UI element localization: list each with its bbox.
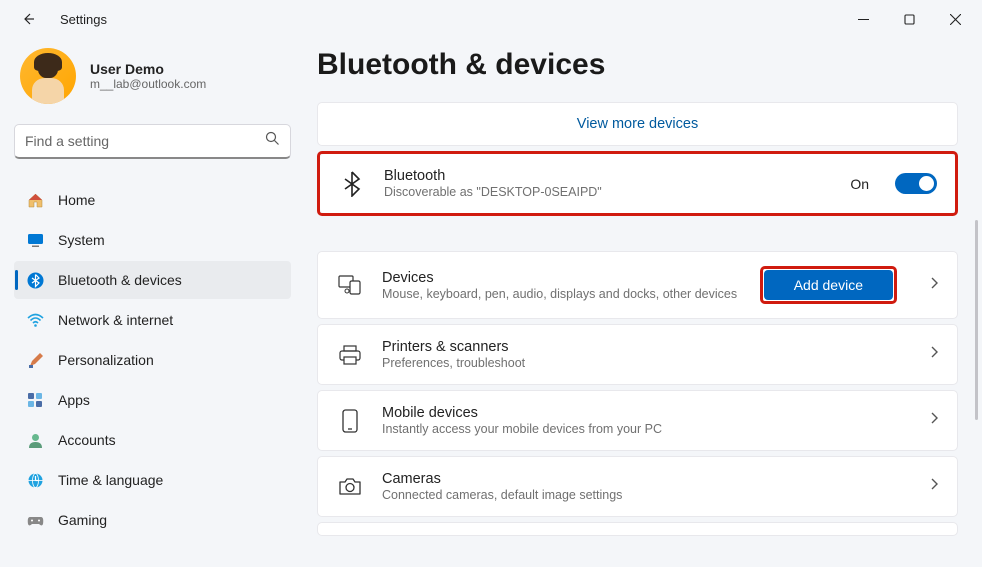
chevron-right-icon <box>929 276 939 295</box>
titlebar: Settings <box>0 0 982 38</box>
row-title: Devices <box>382 270 742 286</box>
nav-label: Gaming <box>58 512 107 528</box>
camera-icon <box>336 473 364 501</box>
chevron-right-icon <box>929 345 939 364</box>
row-subtitle: Connected cameras, default image setting… <box>382 488 911 502</box>
maximize-button[interactable] <box>886 0 932 38</box>
search-input[interactable] <box>25 133 265 149</box>
person-icon <box>26 431 44 449</box>
printer-icon <box>336 341 364 369</box>
nav-bluetooth[interactable]: Bluetooth & devices <box>14 261 291 299</box>
row-subtitle: Discoverable as "DESKTOP-0SEAIPD" <box>384 185 832 199</box>
cameras-row[interactable]: Cameras Connected cameras, default image… <box>317 456 958 517</box>
user-profile[interactable]: User Demo m__lab@outlook.com <box>14 48 291 104</box>
phone-icon <box>336 407 364 435</box>
nav-system[interactable]: System <box>14 221 291 259</box>
chevron-right-icon <box>929 477 939 496</box>
paintbrush-icon <box>26 351 44 369</box>
toggle-state-label: On <box>850 176 869 192</box>
devices-icon <box>336 271 364 299</box>
nav-network[interactable]: Network & internet <box>14 301 291 339</box>
mobile-devices-row[interactable]: Mobile devices Instantly access your mob… <box>317 390 958 451</box>
main-content: Bluetooth & devices View more devices Bl… <box>305 38 982 567</box>
devices-row[interactable]: Devices Mouse, keyboard, pen, audio, dis… <box>317 251 958 319</box>
close-button[interactable] <box>932 0 978 38</box>
row-title: Printers & scanners <box>382 339 911 355</box>
bluetooth-icon <box>338 170 366 198</box>
window-title: Settings <box>60 12 107 27</box>
system-icon <box>26 231 44 249</box>
home-icon <box>26 191 44 209</box>
globe-icon <box>26 471 44 489</box>
back-button[interactable] <box>16 7 40 31</box>
row-subtitle: Preferences, troubleshoot <box>382 356 911 370</box>
bluetooth-toggle[interactable] <box>895 173 937 194</box>
partial-row[interactable] <box>317 522 958 536</box>
user-name: User Demo <box>90 61 206 77</box>
row-title: Mobile devices <box>382 405 911 421</box>
user-email: m__lab@outlook.com <box>90 77 206 91</box>
nav-gaming[interactable]: Gaming <box>14 501 291 539</box>
nav-label: Personalization <box>58 352 154 368</box>
window-controls <box>840 0 978 38</box>
bluetooth-row-highlight: Bluetooth Discoverable as "DESKTOP-0SEAI… <box>317 151 958 216</box>
nav-home[interactable]: Home <box>14 181 291 219</box>
nav-time[interactable]: Time & language <box>14 461 291 499</box>
row-subtitle: Mouse, keyboard, pen, audio, displays an… <box>382 287 742 301</box>
sidebar: User Demo m__lab@outlook.com Home System… <box>0 38 305 567</box>
view-more-devices-link[interactable]: View more devices <box>317 102 958 146</box>
search-icon <box>265 131 280 151</box>
nav-personalization[interactable]: Personalization <box>14 341 291 379</box>
nav-label: Network & internet <box>58 312 173 328</box>
nav-apps[interactable]: Apps <box>14 381 291 419</box>
nav-list: Home System Bluetooth & devices Network … <box>14 181 291 539</box>
printers-row[interactable]: Printers & scanners Preferences, trouble… <box>317 324 958 385</box>
scrollbar[interactable] <box>975 220 979 470</box>
gamepad-icon <box>26 511 44 529</box>
bluetooth-toggle-row[interactable]: Bluetooth Discoverable as "DESKTOP-0SEAI… <box>320 154 955 213</box>
avatar <box>20 48 76 104</box>
nav-label: Home <box>58 192 95 208</box>
nav-label: Apps <box>58 392 90 408</box>
nav-label: Time & language <box>58 472 163 488</box>
wifi-icon <box>26 311 44 329</box>
bluetooth-icon <box>26 271 44 289</box>
add-device-highlight: Add device <box>760 266 897 304</box>
row-title: Bluetooth <box>384 168 832 184</box>
row-title: Cameras <box>382 471 911 487</box>
chevron-right-icon <box>929 411 939 430</box>
nav-accounts[interactable]: Accounts <box>14 421 291 459</box>
nav-label: Bluetooth & devices <box>58 272 182 288</box>
search-box[interactable] <box>14 124 291 159</box>
nav-label: Accounts <box>58 432 116 448</box>
nav-label: System <box>58 232 105 248</box>
page-title: Bluetooth & devices <box>317 48 958 82</box>
apps-icon <box>26 391 44 409</box>
minimize-button[interactable] <box>840 0 886 38</box>
add-device-button[interactable]: Add device <box>764 270 893 300</box>
row-subtitle: Instantly access your mobile devices fro… <box>382 422 911 436</box>
